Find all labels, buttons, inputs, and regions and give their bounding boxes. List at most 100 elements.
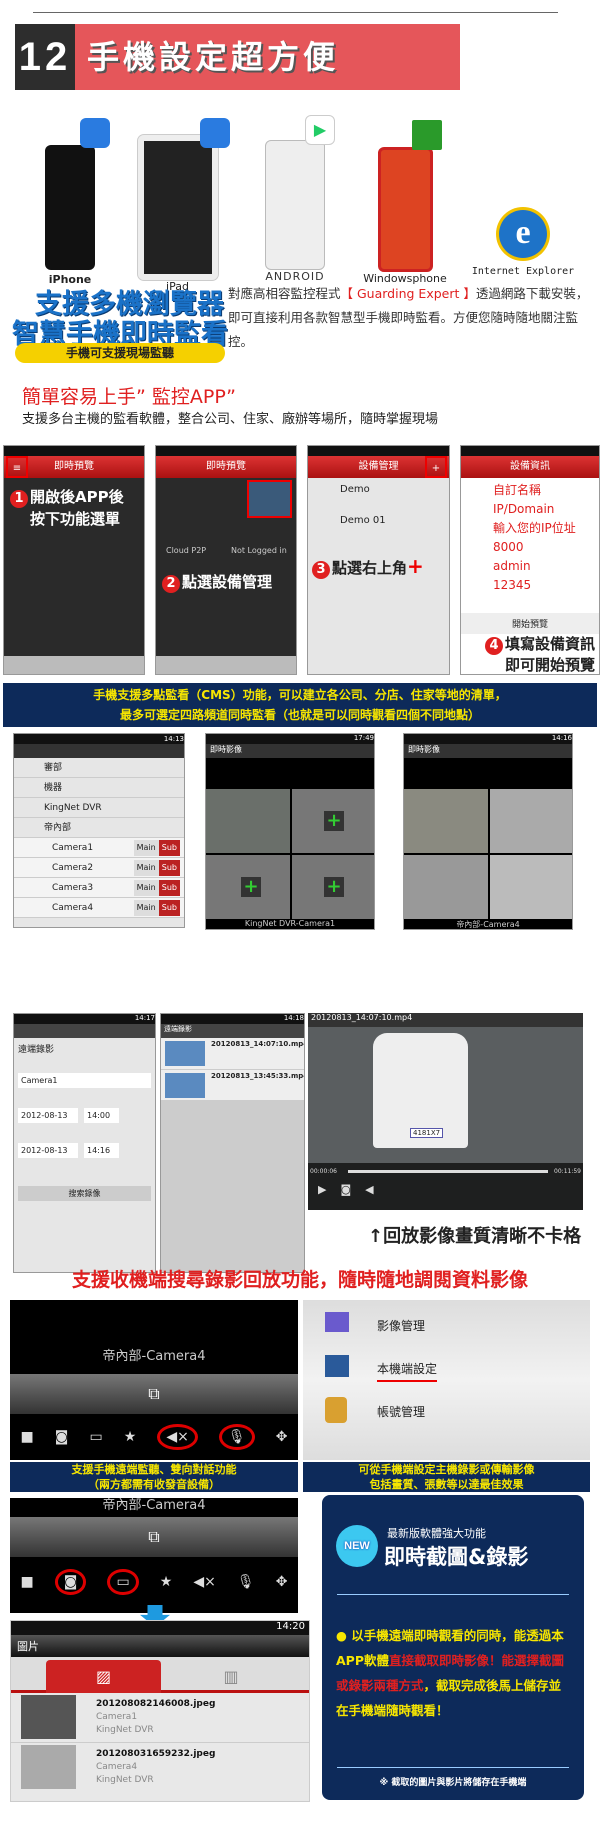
microphone-icon[interactable]: 🎙	[218, 1423, 255, 1450]
google-play-icon: ▶	[305, 115, 335, 145]
audio-caption: 支援手機遠端監聽、雙向對話功能 （兩方都需有收發音設備）	[10, 1462, 298, 1492]
field-name[interactable]: 自訂名稱	[493, 481, 599, 500]
camera-row[interactable]: Camera4 Main Sub	[14, 898, 184, 918]
ptz-icon[interactable]: ✥	[276, 1574, 288, 1590]
snapshot-icon[interactable]: ◙	[340, 1183, 351, 1196]
camera-icon[interactable]: ◙	[55, 1429, 69, 1445]
field-port[interactable]: 8000	[493, 538, 599, 557]
menu-local-settings[interactable]: 本機端設定	[377, 1360, 438, 1382]
end-date-input[interactable]: 2012-08-13	[18, 1143, 78, 1158]
intro-paragraph: 對應高相容監控程式【 Guarding Expert 】透過網路下載安裝，即可直…	[228, 286, 589, 349]
divider	[33, 12, 558, 13]
settings-menu: 影像管理 本機端設定 帳號管理	[303, 1300, 590, 1460]
device-ie: e Internet Explorer	[468, 115, 578, 277]
stop-icon[interactable]: ■	[21, 1574, 34, 1590]
section-number: 12	[15, 24, 75, 90]
ie-icon: e	[499, 210, 547, 258]
lock-icon	[325, 1397, 347, 1423]
audio-controls-panel: 帝內部-Camera4 ⧉ ■ ◙ ▭ ★ ◀× 🎙 ✥	[10, 1300, 298, 1460]
picture-item[interactable]: 201208082146008.jpeg Camera1 KingNet DVR	[11, 1693, 309, 1743]
volume-icon[interactable]: ◀	[365, 1183, 373, 1196]
add-channel-icon[interactable]: +	[241, 877, 261, 897]
field-password[interactable]: 12345	[493, 576, 599, 595]
easy-title: 簡單容易上手” 監控APP”	[22, 386, 236, 408]
settings-caption: 可從手機端設定主機錄影或傳輸影像 包括畫質、張數等以達最佳效果	[303, 1462, 590, 1492]
cms-banner: 手機支援多點監看（CMS）功能，可以建立各公司、分店、住家等地的清單， 最多可選定…	[3, 683, 597, 727]
menu-icon[interactable]: ≡	[6, 456, 28, 478]
video-player: 20120813_14:07:10.mp4 4181X7 00:00:06 00…	[308, 1013, 583, 1210]
live-view-screen-1: 17:49 即時影像 + + + KingNet DVR-Camera1	[205, 733, 375, 930]
group-item[interactable]: KingNet DVR	[14, 798, 184, 818]
device-iphone: iPhone	[30, 115, 110, 286]
favorite-icon[interactable]: ★	[160, 1574, 173, 1590]
record-icon[interactable]: ▭	[89, 1429, 102, 1445]
tab-videos[interactable]: ▥	[181, 1660, 281, 1693]
device-windowsphone: Windowsphone	[355, 115, 455, 285]
feature-pill: 手機可支援現場監聽	[15, 343, 225, 363]
device-item[interactable]: Demo	[308, 478, 449, 495]
tab-pictures[interactable]: ▨	[46, 1660, 161, 1693]
group-item[interactable]: 機器	[14, 778, 184, 798]
live-view-screen-2: 14:16 即時影像 帝內部-Camera4	[403, 733, 573, 930]
device-ipad: iPad	[130, 115, 230, 293]
app-store-icon	[200, 118, 230, 148]
start-date-input[interactable]: 2012-08-13	[18, 1108, 78, 1123]
playback-caption: ↑回放影像畫質清晰不卡格	[368, 1226, 582, 1247]
switch-view-icon[interactable]: ⧉	[10, 1517, 298, 1557]
add-icon[interactable]: +	[425, 456, 447, 478]
field-address[interactable]: 輸入您的IP位址	[493, 519, 599, 538]
stop-icon[interactable]: ■	[21, 1429, 34, 1445]
mute-icon[interactable]: ◀×	[193, 1574, 216, 1590]
playback-heading: 支援收機端搜尋錄影回放功能，隨時隨地調閱資料影像	[71, 1269, 528, 1291]
field-user[interactable]: admin	[493, 557, 599, 576]
field-type[interactable]: IP/Domain	[493, 500, 599, 519]
step4-screen: 設備資訊 自訂名稱 IP/Domain 輸入您的IP位址 8000 admin …	[460, 445, 600, 675]
local-settings-icon	[325, 1355, 349, 1377]
play-icon[interactable]: ▶	[318, 1183, 326, 1196]
new-feature-box: NEW 最新版軟體強大功能 即時截圖&錄影 ● 以手機遠端即時觀看的同時，能透過…	[322, 1495, 584, 1800]
group-item[interactable]: 審部	[14, 758, 184, 778]
camera-row[interactable]: Camera3 Main Sub	[14, 878, 184, 898]
progress-slider[interactable]	[348, 1170, 548, 1173]
step2-screen: 即時預覽 Cloud P2P Not Logged in 2 點選設備管理	[155, 445, 297, 675]
channel-list-screen: 14:13 審部 機器 KingNet DVR 帝內部 Camera1 Main S…	[13, 733, 185, 928]
switch-view-icon[interactable]: ⧉	[10, 1374, 298, 1414]
camera-row[interactable]: Camera2 Main Sub	[14, 858, 184, 878]
section-title: 手機設定超方便	[75, 24, 460, 90]
snapshot-icon[interactable]: ◙	[54, 1569, 87, 1595]
picture-item[interactable]: 201208031659232.jpeg Camera4 KingNet DVR	[11, 1743, 309, 1793]
add-channel-icon[interactable]: +	[324, 877, 344, 897]
step3-screen: 設備管理 + Demo Demo 01 3 點選右上角+	[307, 445, 450, 675]
step1-screen: ≡ 即時預覽 1 開啟後APP後 按下功能選單	[3, 445, 145, 675]
record-item[interactable]: 20120813_13:45:33.mp4	[161, 1069, 304, 1100]
search-record-screen: 14:17 遠端錄影 Camera1 2012-08-13 14:00 2012-…	[13, 1013, 156, 1273]
camera-row[interactable]: Camera1 Main Sub	[14, 838, 184, 858]
pictures-screen: 14:20 圖片 ▨ ▥ 201208082146008.jpeg Camera1…	[10, 1620, 310, 1802]
device-android: ▶ ANDROID	[255, 115, 335, 283]
new-badge: NEW	[336, 1525, 378, 1567]
mute-icon[interactable]: ◀×	[157, 1423, 198, 1450]
add-channel-icon[interactable]: +	[324, 811, 344, 831]
menu-account[interactable]: 帳號管理	[377, 1403, 425, 1420]
video-manage-icon	[325, 1312, 349, 1332]
windows-store-icon	[412, 120, 442, 150]
search-button[interactable]: 搜索錄像	[18, 1186, 151, 1201]
start-time-input[interactable]: 14:00	[84, 1108, 119, 1123]
channel-select[interactable]: Camera1	[18, 1073, 151, 1088]
record-item[interactable]: 20120813_14:07:10.mp4	[161, 1038, 304, 1069]
menu-video-manage[interactable]: 影像管理	[377, 1317, 425, 1334]
end-time-input[interactable]: 14:16	[84, 1143, 119, 1158]
group-item[interactable]: 帝內部	[14, 818, 184, 838]
app-store-icon	[80, 118, 110, 148]
microphone-icon[interactable]: 🎙	[237, 1574, 255, 1590]
device-item[interactable]: Demo 01	[308, 495, 449, 526]
favorite-icon[interactable]: ★	[124, 1429, 137, 1445]
start-preview-button[interactable]: 開始預覽	[461, 613, 599, 634]
ptz-icon[interactable]: ✥	[276, 1429, 288, 1445]
record-icon[interactable]: ▭	[107, 1569, 139, 1595]
new-feature-text: ● 以手機遠端即時觀看的同時，能透過本APP軟體直接截取即時影像！能選擇截圖或錄…	[336, 1628, 565, 1718]
capture-controls-panel: 帝內部-Camera4 ⧉ ■ ◙ ▭ ★ ◀× 🎙 ✥	[10, 1498, 298, 1613]
search-results-screen: 14:18 遠端錄影 20120813_14:07:10.mp4 2012081…	[160, 1013, 305, 1273]
device-management-icon[interactable]	[247, 480, 292, 518]
easy-subtitle: 支援多台主機的監看軟體，整合公司、住家、廠辦等場所，隨時掌握現場	[22, 412, 439, 427]
